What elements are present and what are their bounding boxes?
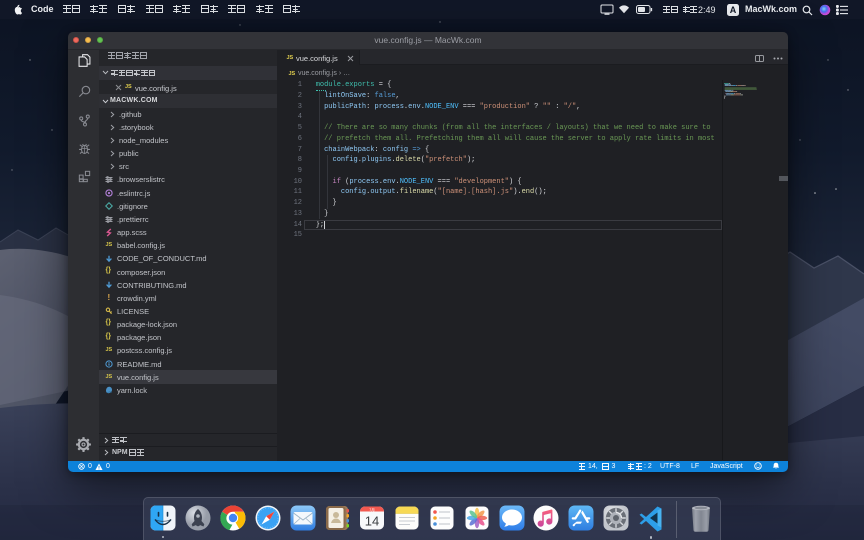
svg-text:7月: 7月 (369, 507, 375, 512)
svg-text:14: 14 (365, 514, 379, 529)
